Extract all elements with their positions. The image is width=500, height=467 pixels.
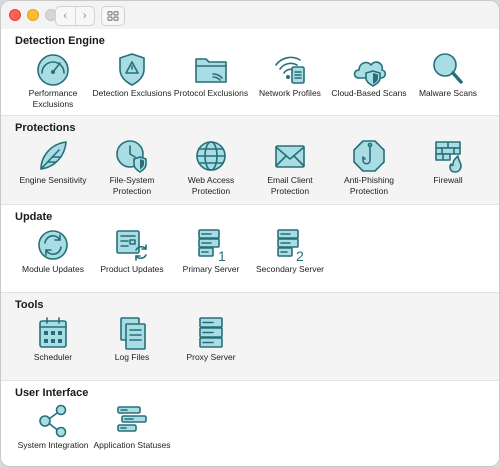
chevron-left-icon: ‹ xyxy=(63,10,68,22)
item-label: Proxy Server xyxy=(186,352,236,362)
server-2-icon: 2 xyxy=(277,229,304,263)
item-label: Cloud-Based Scans xyxy=(331,88,407,98)
grid-icon xyxy=(107,11,119,21)
item-label: Firewall xyxy=(433,175,463,185)
item-label: Secondary Server xyxy=(255,264,325,274)
navigation-buttons: ‹ › xyxy=(55,6,95,26)
item-product-updates[interactable]: Product Updates xyxy=(92,227,172,275)
statuses-icon xyxy=(117,406,147,432)
server-1-icon: 1 xyxy=(198,229,226,263)
calendar-icon xyxy=(39,317,67,348)
item-application-statuses[interactable]: Application Statuses xyxy=(92,403,172,451)
cloud-shield-icon xyxy=(353,61,387,87)
gauge-icon xyxy=(37,54,69,86)
item-malware-scans[interactable]: Malware Scans xyxy=(408,51,488,99)
item-label: Network Profiles xyxy=(259,88,321,98)
log-files-icon xyxy=(120,317,146,350)
item-label: Product Updates xyxy=(100,264,164,274)
item-log-files[interactable]: Log Files xyxy=(92,315,172,363)
item-detection-exclusions[interactable]: Detection Exclusions xyxy=(92,51,172,99)
item-engine-sensitivity[interactable]: Engine Sensitivity xyxy=(13,138,93,186)
firewall-icon xyxy=(435,141,462,173)
show-all-button[interactable] xyxy=(101,6,125,26)
item-protocol-exclusions[interactable]: Protocol Exclusions xyxy=(171,51,251,99)
item-label: Engine Sensitivity xyxy=(19,175,87,185)
server-number: 2 xyxy=(296,248,304,263)
item-primary-server[interactable]: 1 Primary Server xyxy=(171,227,251,275)
network-profile-icon xyxy=(275,56,305,84)
section-title: Tools xyxy=(15,299,44,311)
item-label: Module Updates xyxy=(22,264,84,274)
integration-icon xyxy=(39,404,67,438)
section-user-interface: User Interface System Integration Applic… xyxy=(1,380,499,466)
section-protections: Protections Engine Sensitivity File-Syst… xyxy=(1,115,499,204)
item-label: Malware Scans xyxy=(418,88,478,98)
section-title: Detection Engine xyxy=(15,35,105,47)
item-performance-exclusions[interactable]: Performance Exclusions xyxy=(13,51,93,110)
section-tools: Tools Scheduler Log Files Proxy Server xyxy=(1,292,499,380)
title-bar: ‹ › xyxy=(1,1,499,30)
item-system-integration[interactable]: System Integration xyxy=(13,403,93,451)
item-email-client-protection[interactable]: Email Client Protection xyxy=(250,138,330,197)
item-label: Application Statuses xyxy=(93,440,171,450)
forward-button[interactable]: › xyxy=(74,7,95,25)
server-icon xyxy=(199,317,223,348)
product-update-icon xyxy=(116,230,147,261)
item-proxy-server[interactable]: Proxy Server xyxy=(171,315,251,363)
item-label: File-System Protection xyxy=(109,175,155,196)
item-scheduler[interactable]: Scheduler xyxy=(13,315,93,363)
item-module-updates[interactable]: Module Updates xyxy=(13,227,93,275)
item-secondary-server[interactable]: 2 Secondary Server xyxy=(250,227,330,275)
clock-shield-icon xyxy=(116,140,147,173)
chevron-right-icon: › xyxy=(82,10,87,22)
item-label: Scheduler xyxy=(33,352,73,362)
item-label: Primary Server xyxy=(182,264,240,274)
magnifier-icon xyxy=(433,53,463,84)
item-label: Performance Exclusions xyxy=(28,88,78,109)
item-label: Anti-Phishing Protection xyxy=(343,175,395,196)
section-detection-engine: Detection Engine Performance Exclusions … xyxy=(1,29,499,115)
warning-shield-icon xyxy=(119,53,145,86)
envelope-icon xyxy=(275,145,305,168)
item-label: Log Files xyxy=(114,352,150,362)
item-anti-phishing-protection[interactable]: Anti-Phishing Protection xyxy=(329,138,409,197)
globe-icon xyxy=(196,141,226,171)
settings-window: ‹ › Detection Engine Performance Exclusi… xyxy=(0,0,500,467)
feather-icon xyxy=(40,141,67,170)
item-label: Web Access Protection xyxy=(187,175,235,196)
item-firewall[interactable]: Firewall xyxy=(408,138,488,186)
close-window-button[interactable] xyxy=(9,9,21,21)
minimize-window-button[interactable] xyxy=(27,9,39,21)
back-button[interactable]: ‹ xyxy=(56,7,75,25)
item-label: Email Client Protection xyxy=(267,175,313,196)
section-title: Update xyxy=(15,211,53,223)
item-label: Detection Exclusions xyxy=(92,88,172,98)
hook-octagon-icon xyxy=(353,140,385,172)
section-title: User Interface xyxy=(15,387,89,399)
item-label: System Integration xyxy=(17,440,89,450)
item-cloud-based-scans[interactable]: Cloud-Based Scans xyxy=(329,51,409,99)
folder-icon xyxy=(195,58,227,83)
item-label: Protocol Exclusions xyxy=(173,88,249,98)
section-update: Update Module Updates Product Updates 1 … xyxy=(1,204,499,292)
item-network-profiles[interactable]: Network Profiles xyxy=(250,51,330,99)
item-file-system-protection[interactable]: File-System Protection xyxy=(92,138,172,197)
section-title: Protections xyxy=(15,122,76,134)
server-number: 1 xyxy=(218,248,226,263)
refresh-icon xyxy=(38,230,68,260)
item-web-access-protection[interactable]: Web Access Protection xyxy=(171,138,251,197)
